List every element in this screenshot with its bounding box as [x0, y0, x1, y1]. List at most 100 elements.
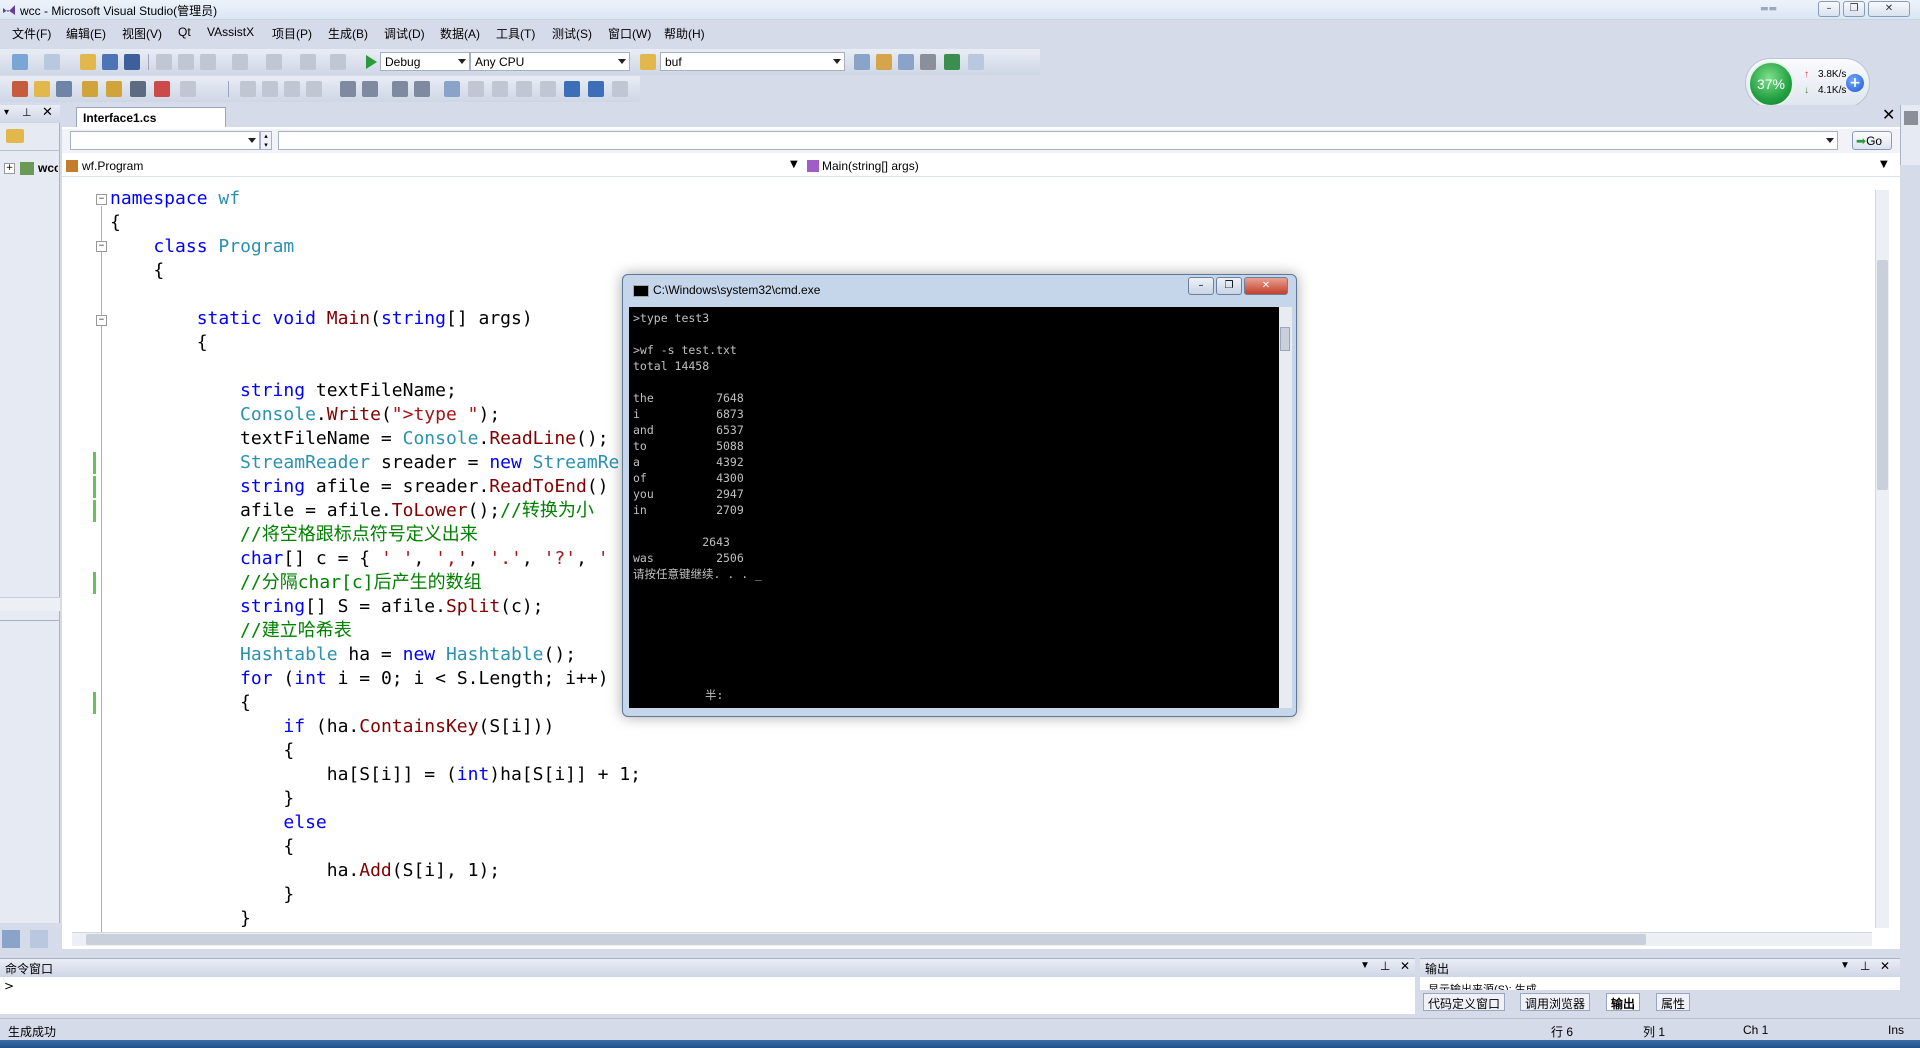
paste-icon[interactable] — [200, 54, 216, 70]
class-combo[interactable]: wf.Program — [82, 159, 143, 173]
find-in-files-icon[interactable] — [640, 54, 656, 70]
code-line[interactable]: namespace wf — [110, 187, 240, 211]
prev-bookmark-icon[interactable] — [468, 81, 484, 97]
window-layout-icon[interactable] — [968, 54, 984, 70]
next-doc-bookmark-icon[interactable] — [588, 81, 604, 97]
code-line[interactable]: } — [110, 907, 251, 931]
scroll-thumb[interactable] — [1280, 327, 1290, 351]
code-line[interactable]: static void Main(string[] args) — [110, 307, 533, 331]
chevron-down-icon[interactable]: ▾ — [4, 107, 9, 118]
tab-call-browser[interactable]: 调用浏览器 — [1520, 993, 1591, 1011]
code-line[interactable]: //将空格跟标点符号定义出来 — [110, 523, 478, 547]
code-line[interactable]: Hashtable ha = new Hashtable(); — [110, 643, 576, 667]
va-symbol-icon[interactable] — [130, 81, 146, 97]
cmd-window[interactable]: C:\Windows\system32\cmd.exe – ❐ ✕ 半: >ty… — [622, 274, 1297, 717]
decrease-indent-icon[interactable] — [340, 81, 356, 97]
menu-build[interactable]: 生成(B) — [328, 25, 368, 42]
code-line[interactable]: afile = afile.ToLower();//转换为小 — [110, 499, 594, 523]
code-line[interactable]: } — [110, 883, 294, 907]
list-members-icon[interactable] — [240, 81, 256, 97]
menu-qt[interactable]: Qt — [178, 25, 191, 39]
properties-icon[interactable] — [876, 54, 892, 70]
code-line[interactable]: } — [110, 787, 294, 811]
save-all-icon[interactable] — [124, 54, 140, 70]
menu-debug[interactable]: 调试(D) — [384, 25, 425, 42]
new-project-icon[interactable] — [12, 54, 28, 70]
find-text-select[interactable] — [278, 131, 1838, 150]
code-line[interactable]: StreamReader sreader = new StreamRe — [110, 451, 619, 475]
code-line[interactable]: else — [110, 811, 326, 835]
platform-select[interactable]: Any CPU — [470, 52, 630, 71]
save-icon[interactable] — [102, 54, 118, 70]
code-line[interactable]: { — [110, 835, 294, 859]
code-line[interactable]: char[] c = { ' ', ',', '.', '?', ' — [110, 547, 609, 571]
pin-icon[interactable]: ⊥ — [22, 106, 32, 119]
editor-hscrollbar[interactable] — [72, 932, 1872, 946]
tab-output[interactable]: 输出 — [1606, 993, 1641, 1011]
toolbox-icon[interactable] — [1904, 111, 1918, 125]
find-scope-select[interactable] — [70, 131, 260, 150]
navigate-back-icon[interactable] — [300, 54, 316, 70]
solution-explorer-icon[interactable] — [854, 54, 870, 70]
minimize-button[interactable]: – — [1818, 1, 1840, 17]
solution-root-label[interactable]: wcc — [38, 161, 58, 175]
bookmark-icon[interactable] — [180, 81, 196, 97]
chevron-down-icon[interactable]: ▼ — [790, 159, 798, 170]
complete-word-icon[interactable] — [306, 81, 322, 97]
code-line[interactable]: { — [110, 259, 164, 283]
code-line[interactable]: { — [110, 331, 208, 355]
close-icon[interactable]: ✕ — [42, 105, 53, 120]
start-page-icon[interactable] — [944, 54, 960, 70]
code-line[interactable]: ha.Add(S[i], 1); — [110, 859, 500, 883]
close-icon[interactable]: ✕ — [1880, 959, 1890, 973]
solution-explorer-tab-icon[interactable] — [2, 930, 20, 948]
code-line[interactable]: class Program — [110, 235, 294, 259]
menu-file[interactable]: 文件(F) — [12, 25, 51, 42]
open-file-icon[interactable] — [34, 81, 50, 97]
navigate-forward-icon[interactable] — [330, 54, 346, 70]
va-outline-icon[interactable] — [56, 81, 72, 97]
toolbox-strip[interactable] — [1900, 105, 1920, 165]
collapse-icon[interactable]: − — [96, 315, 107, 326]
code-line[interactable]: //建立哈希表 — [110, 619, 352, 643]
folder-icon[interactable] — [6, 129, 24, 143]
toggle-bookmark-icon[interactable] — [444, 81, 460, 97]
scroll-thumb[interactable] — [86, 934, 1646, 945]
prev-bookmark-folder-icon[interactable] — [516, 81, 532, 97]
code-line[interactable]: for (int i = 0; i < S.Length; i++) — [110, 667, 609, 691]
menu-vassistx[interactable]: VAssistX — [207, 25, 254, 39]
tree-expand-icon[interactable]: + — [4, 163, 15, 174]
cmd-close-button[interactable]: ✕ — [1244, 277, 1288, 295]
command-window[interactable]: 命令窗口 ▼ ⊥ ✕ > — [0, 958, 1415, 1014]
collapse-icon[interactable]: − — [96, 194, 107, 205]
toolbox-icon[interactable] — [920, 54, 936, 70]
code-line[interactable]: textFileName = Console.ReadLine(); — [110, 427, 609, 451]
add-item-icon[interactable] — [44, 54, 60, 70]
object-browser-icon[interactable] — [898, 54, 914, 70]
uncomment-icon[interactable] — [414, 81, 430, 97]
menu-help[interactable]: 帮助(H) — [664, 25, 705, 42]
va-find-icon[interactable] — [106, 81, 122, 97]
cmd-scrollbar[interactable] — [1279, 307, 1292, 708]
clear-bookmarks-icon[interactable] — [612, 81, 628, 97]
undo-icon[interactable] — [232, 54, 248, 70]
copy-icon[interactable] — [178, 54, 194, 70]
code-line[interactable]: { — [110, 211, 121, 235]
prev-doc-bookmark-icon[interactable] — [564, 81, 580, 97]
code-line[interactable]: //分隔char[c]后产生的数组 — [110, 571, 482, 595]
cmd-maximize-button[interactable]: ❐ — [1216, 277, 1242, 295]
menu-test[interactable]: 测试(S) — [552, 25, 592, 42]
code-line[interactable]: string[] S = afile.Split(c); — [110, 595, 543, 619]
next-bookmark-icon[interactable] — [492, 81, 508, 97]
class-view-tab-icon[interactable] — [30, 930, 48, 948]
code-line[interactable]: string textFileName; — [110, 379, 457, 403]
close-icon[interactable]: ✕ — [1400, 959, 1410, 973]
menu-window[interactable]: 窗口(W) — [608, 25, 651, 42]
pin-icon[interactable]: ⊥ — [1860, 959, 1870, 973]
tab-properties[interactable]: 属性 — [1656, 993, 1691, 1011]
go-button[interactable]: ➡Go — [1852, 131, 1892, 150]
chevron-down-icon[interactable]: ▼ — [1880, 159, 1888, 170]
cmd-console[interactable]: 半: >type test3 >wf -s test.txt total 14458… — [629, 307, 1279, 708]
chevron-down-icon[interactable]: ▼ — [1840, 960, 1850, 971]
editor-vscrollbar[interactable] — [1875, 190, 1889, 928]
